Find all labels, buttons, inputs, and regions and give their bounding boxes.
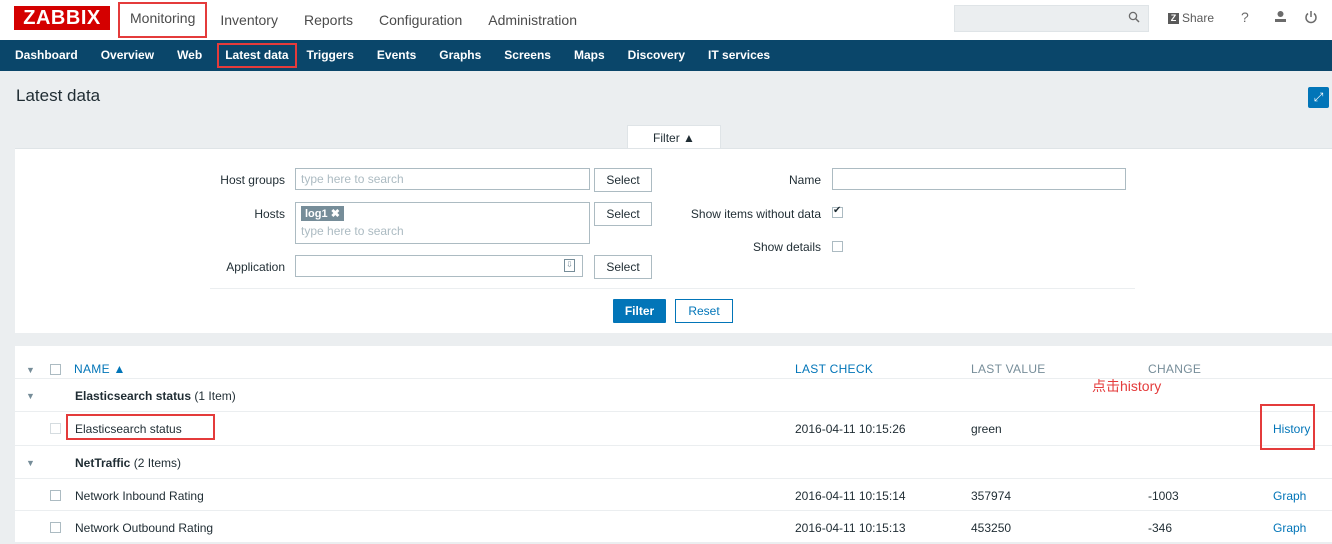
group-row-elasticsearch: ▼ Elasticsearch status (1 Item): [15, 378, 1332, 412]
name-label: Name: [788, 173, 821, 187]
last-check: 2016-04-11 10:15:13: [795, 521, 906, 535]
last-check: 2016-04-11 10:15:14: [795, 489, 906, 503]
subnav-latest-data[interactable]: Latest data: [217, 43, 297, 68]
subnav-triggers[interactable]: Triggers: [303, 44, 362, 67]
last-value: 357974: [971, 489, 1012, 503]
collapse-group-icon[interactable]: ▼: [26, 458, 35, 468]
nav-configuration[interactable]: Configuration: [366, 4, 475, 36]
share-label: Share: [1182, 11, 1215, 25]
column-name-header[interactable]: NAME ▲: [74, 362, 126, 376]
collapse-all-icon[interactable]: ▼: [26, 365, 35, 375]
filter-button[interactable]: Filter: [613, 299, 666, 323]
name-input[interactable]: [832, 168, 1126, 190]
row-checkbox[interactable]: [50, 423, 61, 434]
fullscreen-icon[interactable]: ⤢: [1308, 87, 1329, 108]
top-bar: ZABBIX Monitoring Inventory Reports Conf…: [0, 0, 1332, 40]
main-nav: Monitoring Inventory Reports Configurati…: [118, 0, 590, 40]
nav-monitoring[interactable]: Monitoring: [118, 2, 208, 38]
table-row: Network Outbound Rating 2016-04-11 10:15…: [15, 510, 1332, 544]
column-change-header: CHANGE: [1148, 362, 1202, 376]
subnav-it-services[interactable]: IT services: [693, 44, 778, 67]
column-last-check-header[interactable]: LAST CHECK: [795, 362, 873, 376]
nav-administration[interactable]: Administration: [475, 4, 590, 36]
row-checkbox[interactable]: [50, 522, 61, 533]
change-value: -1003: [1148, 489, 1179, 503]
change-value: -346: [1148, 521, 1173, 535]
filter-divider: [210, 288, 1135, 289]
show-details-checkbox[interactable]: [832, 241, 843, 252]
application-select-button[interactable]: Select: [594, 255, 652, 279]
subnav-overview[interactable]: Overview: [86, 44, 162, 67]
show-items-without-data-checkbox[interactable]: [832, 205, 843, 218]
application-label: Application: [226, 260, 285, 274]
global-search-input[interactable]: [954, 5, 1149, 32]
subnav-dashboard[interactable]: Dashboard: [0, 44, 86, 67]
subnav-graphs[interactable]: Graphs: [424, 44, 489, 67]
select-all-checkbox[interactable]: [50, 364, 61, 375]
reset-button[interactable]: Reset: [675, 299, 733, 323]
nav-reports[interactable]: Reports: [291, 4, 366, 36]
group-name-label: Elasticsearch status: [75, 389, 192, 403]
nav-inventory[interactable]: Inventory: [207, 4, 291, 36]
group-row-nettraffic: ▼ NetTraffic (2 Items): [15, 445, 1332, 479]
host-groups-input[interactable]: type here to search: [295, 168, 590, 190]
last-value: 453250: [971, 521, 1012, 535]
subnav-screens[interactable]: Screens: [489, 44, 559, 67]
hosts-placeholder: type here to search: [301, 224, 404, 238]
subnav-maps[interactable]: Maps: [559, 44, 613, 67]
filter-tab[interactable]: Filter ▲: [627, 125, 721, 150]
group-count: (2 Items): [133, 456, 182, 470]
row-checkbox[interactable]: [50, 490, 61, 501]
last-value: green: [971, 422, 1002, 436]
last-check: 2016-04-11 10:15:26: [795, 422, 906, 436]
remove-tag-icon[interactable]: ✖: [331, 208, 340, 220]
suggest-icon[interactable]: ⇩: [564, 259, 575, 272]
show-items-without-data-label: Show items without data: [690, 207, 821, 221]
hosts-label: Hosts: [254, 207, 285, 221]
item-name: Network Inbound Rating: [75, 489, 204, 503]
subnav-events[interactable]: Events: [362, 44, 424, 67]
hosts-select-button[interactable]: Select: [594, 202, 652, 226]
share-link[interactable]: Z Share: [1168, 11, 1214, 25]
highlight-box-item: [66, 414, 215, 440]
hosts-input[interactable]: log1 ✖ type here to search: [295, 202, 590, 244]
host-tag-log1: log1 ✖: [301, 206, 344, 221]
zabbix-logo[interactable]: ZABBIX: [14, 6, 110, 30]
highlight-box-history: [1260, 404, 1315, 450]
power-icon[interactable]: [1304, 10, 1318, 27]
search-icon[interactable]: [1128, 11, 1140, 26]
page-title: Latest data: [16, 86, 101, 105]
application-input[interactable]: ⇩: [295, 255, 583, 277]
show-details-label: Show details: [752, 240, 821, 254]
host-groups-select-button[interactable]: Select: [594, 168, 652, 192]
graph-link[interactable]: Graph: [1273, 521, 1306, 535]
group-name-label: NetTraffic: [75, 456, 131, 470]
host-groups-label: Host groups: [220, 173, 285, 187]
column-last-value-header: LAST VALUE: [971, 362, 1046, 376]
sub-nav: Dashboard Overview Web Latest data Trigg…: [0, 40, 1332, 71]
help-icon[interactable]: ?: [1241, 9, 1249, 25]
zabbix-share-icon: Z: [1168, 12, 1179, 24]
table-row: Network Inbound Rating 2016-04-11 10:15:…: [15, 478, 1332, 512]
group-count: (1 Item): [194, 389, 236, 403]
user-icon[interactable]: [1274, 10, 1287, 27]
subnav-web[interactable]: Web: [162, 44, 210, 67]
host-tag-label: log1: [305, 208, 328, 220]
subnav-discovery[interactable]: Discovery: [613, 44, 693, 67]
group-name: Elasticsearch status (1 Item): [75, 389, 236, 403]
group-name: NetTraffic (2 Items): [75, 456, 181, 470]
item-name: Network Outbound Rating: [75, 521, 214, 535]
graph-link[interactable]: Graph: [1273, 489, 1306, 503]
collapse-group-icon[interactable]: ▼: [26, 391, 35, 401]
